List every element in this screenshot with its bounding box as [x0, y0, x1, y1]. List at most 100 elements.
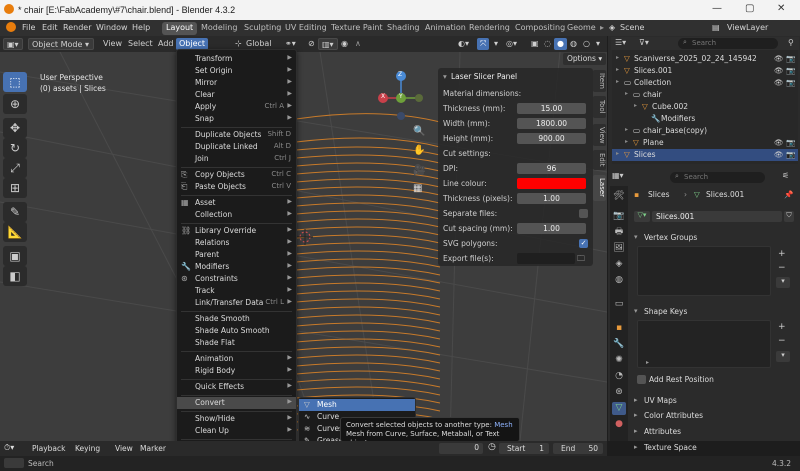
outliner-row-chair-base-copy[interactable]: ▸ ▭ chair_base(copy) [612, 125, 798, 137]
properties-options-icon[interactable]: ⚟ [782, 171, 789, 180]
object-menu-item-clear[interactable]: Clear ▶ [177, 89, 296, 101]
physics-props-icon[interactable]: ◔ [612, 370, 626, 383]
perspective-grid-icon[interactable]: ▦ [413, 183, 422, 194]
scene-props-icon[interactable]: ◈ [612, 258, 626, 271]
timeline-marker-menu[interactable]: Marker [140, 444, 166, 453]
object-props-icon[interactable]: ▪ [612, 322, 626, 335]
tab-layout[interactable]: Layout [162, 22, 198, 35]
transform-tool-icon[interactable]: ⊞ [3, 178, 27, 198]
panel-collapse-icon[interactable]: ▾ [443, 72, 447, 81]
object-menu-item-set-origin[interactable]: Set Origin ▶ [177, 65, 296, 77]
thickness-field[interactable]: 15.00 [517, 103, 586, 114]
object-menu-item-shade-smooth[interactable]: Shade Smooth [177, 313, 296, 325]
tab-modeling[interactable]: Modeling [197, 22, 241, 35]
object-menu-item-copy-objects[interactable]: ⎘ Copy Objects Ctrl C [177, 169, 296, 181]
menu-edit[interactable]: Edit [42, 23, 58, 32]
tab-geometry-nodes[interactable]: Geome [563, 22, 600, 35]
outliner-editor-icon[interactable]: ☰▾ [615, 38, 626, 47]
panel-header[interactable]: ▾ Laser Slicer Panel [443, 71, 591, 83]
add-cube-tool-icon[interactable]: ▣ [3, 246, 27, 266]
shading-options-icon[interactable]: ▾ [593, 38, 603, 50]
tab-edit[interactable]: Edit [593, 150, 606, 170]
line-colour-swatch[interactable] [517, 178, 586, 189]
tab-tool[interactable]: Tool [593, 96, 606, 118]
object-menu-item-snap[interactable]: Snap ▶ [177, 113, 296, 125]
tab-uv-editing[interactable]: UV Editing [281, 22, 331, 35]
shading-rendered-icon[interactable]: ○ [580, 38, 593, 50]
object-menu-item-show-hide[interactable]: Show/Hide ▶ [177, 413, 296, 425]
object-menu-item-parent[interactable]: Parent ▶ [177, 249, 296, 261]
shape-keys-section[interactable]: ▾ Shape Keys [632, 305, 798, 319]
menu-file[interactable]: File [22, 23, 35, 32]
tab-texture-paint[interactable]: Texture Paint [327, 22, 387, 35]
object-menu-item-library-override[interactable]: ⛓ Library Override ▶ [177, 225, 296, 237]
options-button[interactable]: Options ▾ [563, 53, 607, 65]
object-menu-item-shade-flat[interactable]: Shade Flat [177, 337, 296, 349]
tab-compositing[interactable]: Compositing [511, 22, 569, 35]
export-files-field[interactable] [517, 253, 575, 264]
view-layer-props-icon[interactable]: 🖼 [612, 242, 626, 255]
vertex-groups-list[interactable] [637, 246, 771, 296]
object-menu-item-paste-objects[interactable]: ⎗ Paste Objects Ctrl V [177, 181, 296, 193]
tab-sculpting[interactable]: Sculpting [240, 22, 285, 35]
proportional-edit-icon[interactable]: ◉ [338, 38, 351, 50]
color-attributes-section[interactable]: ▸ Color Attributes [632, 409, 798, 423]
datablock-name-field[interactable]: Slices.001 [652, 211, 782, 222]
expand-chevron-icon[interactable]: ▸ [616, 54, 619, 61]
gizmo-toggle-icon[interactable]: ⤧ [477, 38, 490, 50]
outliner-row-cube-002[interactable]: ▸ ▽ Cube.002 [612, 101, 798, 113]
object-menu-item-join[interactable]: Join Ctrl J [177, 153, 296, 165]
tab-shading[interactable]: Shading [383, 22, 424, 35]
object-menu-item-mirror[interactable]: Mirror ▶ [177, 77, 296, 89]
cursor-tool-icon[interactable]: ⊕ [3, 94, 27, 114]
menu-render[interactable]: Render [63, 23, 91, 32]
shading-solid-icon[interactable]: ● [554, 38, 567, 50]
menu-view[interactable]: View [100, 38, 125, 50]
minimize-icon[interactable]: — [712, 3, 722, 14]
tab-rendering[interactable]: Rendering [465, 22, 514, 35]
timeline-keying-menu[interactable]: Keying [75, 444, 100, 453]
visibility-eye-icon[interactable]: 👁 [774, 138, 784, 147]
pin-icon[interactable]: 📌 [784, 190, 793, 199]
object-menu-item-constraints[interactable]: ⊛ Constraints ▶ [177, 273, 296, 285]
object-menu-item-quick-effects[interactable]: Quick Effects ▶ [177, 381, 296, 393]
object-menu-item-relations[interactable]: Relations ▶ [177, 237, 296, 249]
xray-icon[interactable]: ▣ [528, 38, 542, 50]
tool-props-icon[interactable]: 🛠 [612, 190, 626, 203]
snap-target-button[interactable]: ▥▾ [318, 38, 338, 50]
object-menu-item-convert[interactable]: Convert ▶ [177, 397, 296, 409]
vertex-group-specials-icon[interactable]: ▾ [776, 277, 790, 288]
add-shape-key-icon[interactable]: + [778, 322, 786, 332]
svg-polygons-checkbox[interactable]: ✓ [579, 239, 588, 248]
scale-tool-icon[interactable]: ⤢ [3, 158, 27, 178]
object-menu-item-animation[interactable]: Animation ▶ [177, 353, 296, 365]
remove-shape-key-icon[interactable]: − [778, 336, 786, 346]
collection-props-icon[interactable]: ▭ [612, 298, 626, 311]
current-frame-field[interactable]: 0 [439, 443, 483, 454]
viewlayer-selector[interactable]: ViewLayer [727, 23, 768, 32]
shading-wire-icon[interactable]: ◌ [541, 38, 554, 50]
proportional-falloff-icon[interactable]: ∧ [352, 38, 364, 50]
outliner-row-collection[interactable]: ▸ ▭ Collection 👁 📷 [612, 77, 798, 89]
add-vertex-group-icon[interactable]: + [778, 249, 786, 259]
blender-menu-icon[interactable] [6, 22, 16, 32]
editor-type-button[interactable]: ▣▾ [3, 38, 23, 50]
gizmo-dropdown-icon[interactable]: ▾ [491, 38, 501, 50]
separate-files-checkbox[interactable] [579, 209, 588, 218]
object-menu-item-asset[interactable]: ▦ Asset ▶ [177, 197, 296, 209]
outliner-row-modifiers[interactable]: 🔧 Modifiers [612, 113, 798, 125]
world-props-icon[interactable]: ◍ [612, 274, 626, 287]
shape-keys-list[interactable] [637, 320, 771, 368]
object-menu-item-shade-auto-smooth[interactable]: Shade Auto Smooth [177, 325, 296, 337]
expand-chevron-icon[interactable]: ▸ [634, 102, 637, 109]
move-tool-icon[interactable]: ✥ [3, 118, 27, 138]
mode-selector[interactable]: Object Mode ▾ [28, 38, 94, 50]
height-field[interactable]: 900.00 [517, 133, 586, 144]
outliner-row-plane[interactable]: ▸ ▽ Plane 👁 📷 [612, 137, 798, 149]
workspace-scroll-icon[interactable]: ▸ [600, 23, 604, 32]
timeline-editor-icon[interactable]: ⏱▾ [4, 443, 14, 453]
scene-selector[interactable]: Scene [620, 23, 644, 32]
outliner-search-input[interactable]: ⌕ Search [678, 38, 778, 49]
render-camera-icon[interactable]: 📷 [786, 66, 795, 75]
shading-material-icon[interactable]: ◍ [567, 38, 580, 50]
